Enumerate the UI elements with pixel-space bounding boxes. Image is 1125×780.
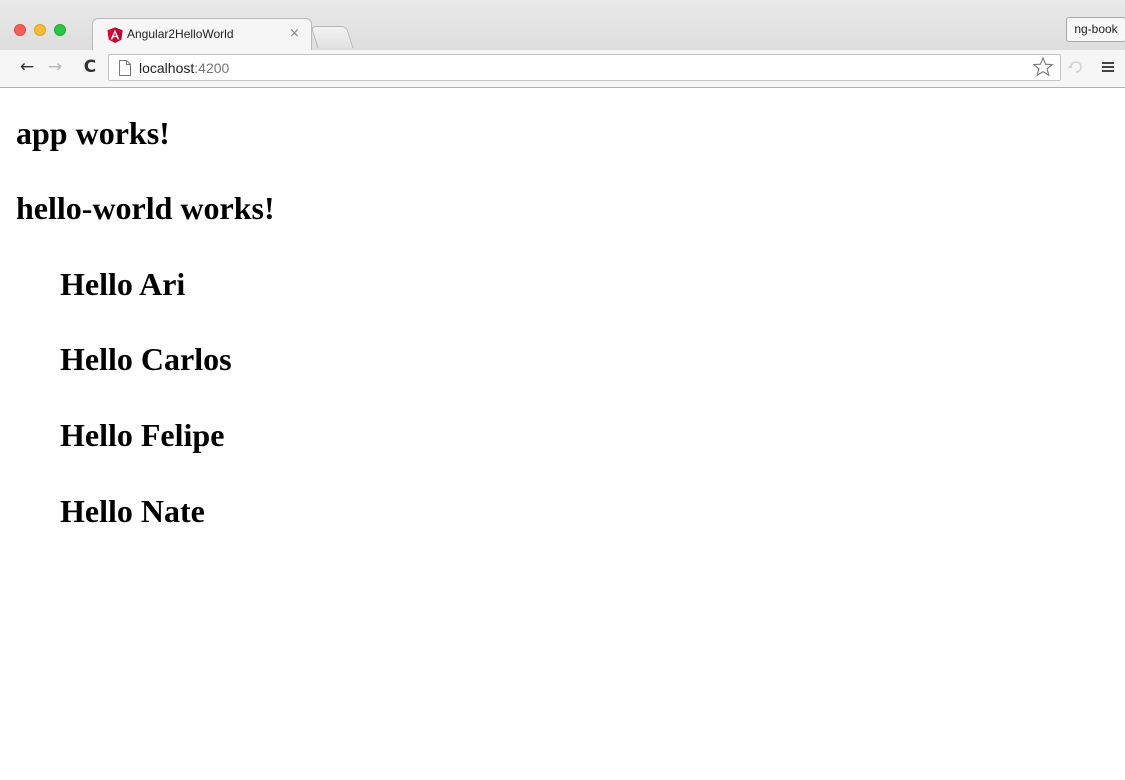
url-port: :4200 xyxy=(194,60,230,76)
zoom-window-button[interactable] xyxy=(54,24,66,36)
url-text[interactable]: localhost:4200 xyxy=(139,60,229,76)
back-arrow-icon[interactable]: ← xyxy=(17,57,37,77)
tab-angular2helloworld[interactable]: Angular2HelloWorld × xyxy=(92,18,312,50)
new-tab-button[interactable] xyxy=(310,26,354,48)
hello-world-heading: hello-world works! xyxy=(16,190,275,226)
extension-icon[interactable] xyxy=(1067,58,1085,76)
reload-icon[interactable]: C xyxy=(80,57,100,77)
tab-strip: Angular2HelloWorld × ng-book xyxy=(0,0,1125,50)
bookmark-star-icon[interactable] xyxy=(1032,56,1054,78)
address-bar[interactable]: localhost:4200 xyxy=(108,54,1061,81)
greeting-item: Hello Nate xyxy=(60,493,205,529)
profile-button[interactable]: ng-book xyxy=(1066,17,1125,42)
browser-window: Angular2HelloWorld × ng-book ← → C local… xyxy=(0,0,1125,780)
forward-arrow-icon[interactable]: → xyxy=(45,57,65,77)
minimize-window-button[interactable] xyxy=(34,24,46,36)
menu-icon[interactable] xyxy=(1100,59,1116,75)
close-window-button[interactable] xyxy=(14,24,26,36)
greeting-item: Hello Ari xyxy=(60,266,186,302)
angular-icon xyxy=(107,27,123,43)
close-icon[interactable]: × xyxy=(289,26,300,41)
page-icon xyxy=(119,60,131,76)
greeting-item: Hello Felipe xyxy=(60,417,225,453)
url-host: localhost xyxy=(139,60,195,76)
page-content: app works! hello-world works! Hello Ari … xyxy=(0,88,1125,780)
browser-toolbar: ← → C localhost:4200 xyxy=(0,50,1125,88)
greeting-item: Hello Carlos xyxy=(60,341,232,377)
app-heading: app works! xyxy=(16,115,170,151)
tab-title: Angular2HelloWorld xyxy=(127,27,234,41)
